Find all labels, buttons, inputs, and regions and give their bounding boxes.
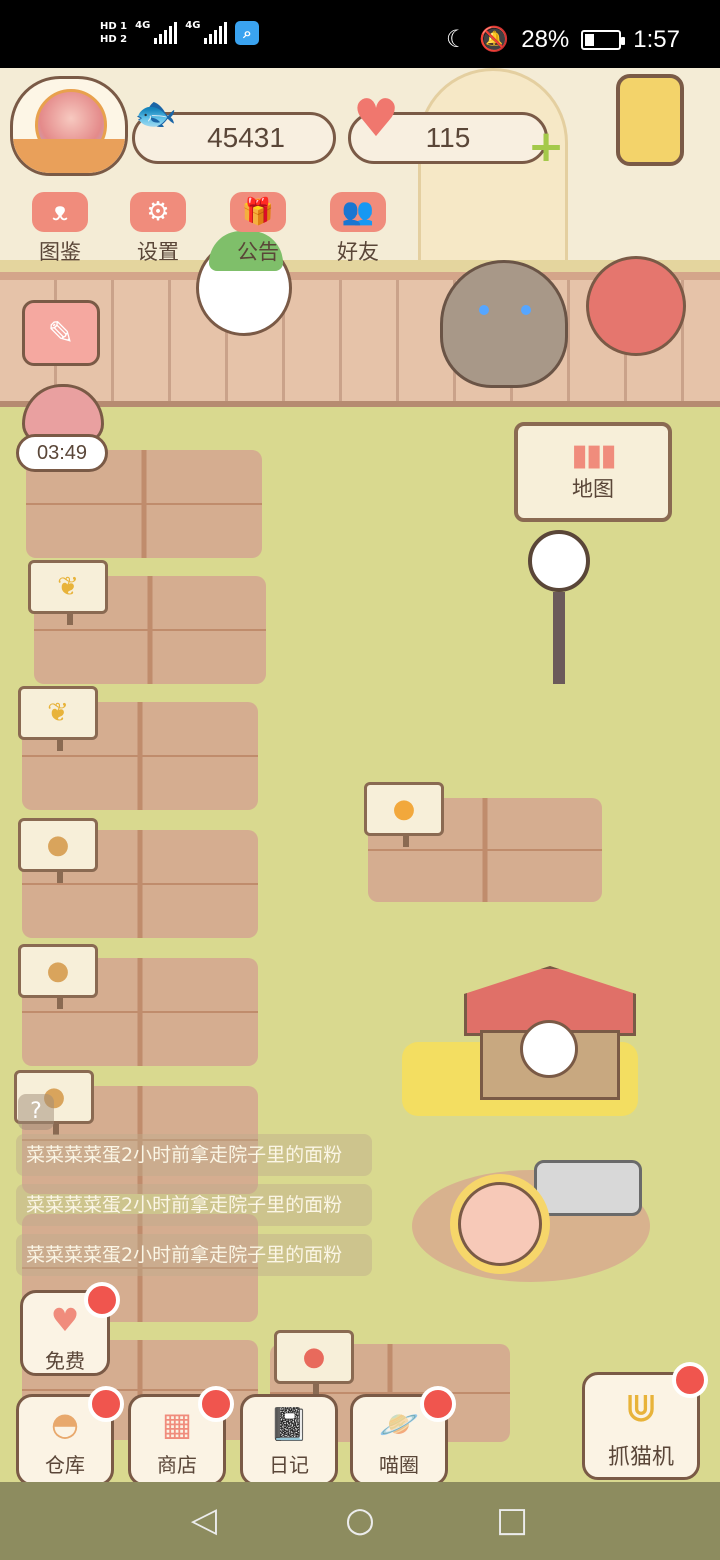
menu-label: 公告	[237, 240, 279, 264]
fish-icon: 🐟	[134, 94, 178, 134]
wheat-sign[interactable]: ❦	[18, 686, 98, 751]
street-lamp	[528, 530, 590, 692]
back-icon[interactable]: ◁	[186, 1502, 222, 1538]
friends-icon: 👥	[330, 192, 386, 232]
battery-fill	[585, 33, 595, 46]
lamp-pole	[553, 592, 565, 684]
free-label: 免费	[45, 1349, 85, 1373]
wheat-icon: ❦	[57, 572, 79, 602]
signal-1-icon	[154, 22, 178, 44]
warehouse-label: 仓库	[45, 1453, 85, 1477]
chick[interactable]	[520, 1020, 578, 1078]
sim1-label: HD 1	[100, 21, 128, 32]
shop-label: 商店	[157, 1453, 197, 1477]
recents-icon[interactable]: □	[494, 1502, 530, 1538]
potato-icon: ●	[46, 830, 70, 860]
mango-icon: ●	[392, 794, 416, 824]
bell-muted-icon: 🔕	[479, 26, 510, 53]
menu-label: 图鉴	[39, 240, 81, 264]
menu-encyclopedia[interactable]: ᴥ 图鉴	[18, 192, 102, 266]
diary-button[interactable]: 📓 日记	[240, 1394, 338, 1486]
gear-icon: ⚙	[130, 192, 186, 232]
arched-door	[418, 68, 568, 278]
tomato-sign[interactable]: ●	[274, 1330, 354, 1395]
battery-icon	[581, 29, 626, 50]
notification-dot	[84, 1282, 120, 1318]
mango-sign[interactable]: ●	[364, 782, 444, 847]
signal-2-icon	[204, 22, 228, 44]
map-label: 地图	[572, 477, 614, 501]
tomato-icon: ●	[302, 1342, 326, 1372]
menu-settings[interactable]: ⚙ 设置	[116, 192, 200, 266]
menu-friends[interactable]: 👥 好友	[316, 192, 400, 266]
home-icon[interactable]: ○	[342, 1502, 378, 1538]
notification-dot	[672, 1362, 708, 1398]
sunflower-pig[interactable]	[458, 1182, 542, 1266]
tabby-cat[interactable]	[440, 260, 568, 388]
lamp-globe	[528, 530, 590, 592]
henhouse[interactable]	[464, 966, 636, 1106]
map-button[interactable]: ▮▮▮ 地图	[514, 422, 672, 522]
potato-sign[interactable]: ●	[18, 944, 98, 1009]
message-item: 菜菜菜菜蛋2小时前拿走院子里的面粉	[16, 1184, 372, 1226]
notification-dot	[198, 1386, 234, 1422]
battery-percent: 28%	[521, 25, 570, 53]
sim-indicators: HD 1 HD 2	[100, 20, 127, 46]
cat-circle-label: 喵圈	[379, 1453, 419, 1477]
menu-label: 设置	[137, 240, 179, 264]
status-left: HD 1 HD 2 4G 4G ⌕	[100, 20, 260, 46]
message-item: 菜菜菜菜蛋2小时前拿走院子里的面粉	[16, 1134, 372, 1176]
wheat-icon: ❦	[47, 698, 69, 728]
gift-icon: 🎁	[230, 192, 286, 232]
search-app-icon: ⌕	[235, 21, 260, 45]
stone-bench	[534, 1160, 642, 1216]
cat-eye	[521, 305, 531, 315]
fish-count: 45431	[207, 122, 285, 153]
diary-label: 日记	[269, 1453, 309, 1477]
claw-label: 抓猫机	[607, 1445, 674, 1470]
system-nav-bar: ◁ ○ □	[0, 1482, 720, 1560]
status-bar: HD 1 HD 2 4G 4G ⌕ ☾ 🔕 28% 1:57	[0, 0, 720, 68]
lantern[interactable]	[616, 74, 684, 166]
menu-announcement[interactable]: 🎁 公告	[216, 192, 300, 266]
notification-dot	[88, 1386, 124, 1422]
wheat-sign[interactable]: ❦	[28, 560, 108, 625]
event-timer: 03:49	[16, 434, 108, 472]
notification-dot	[420, 1386, 456, 1422]
cat-eye	[479, 305, 489, 315]
clock: 1:57	[633, 25, 680, 53]
avatar-bowl	[13, 139, 125, 173]
gate-icon: ▮▮▮	[571, 438, 617, 473]
network-type-1: 4G	[135, 20, 151, 31]
potato-icon: ●	[46, 956, 70, 986]
moon-icon: ☾	[445, 26, 468, 53]
pencil-icon: ✎	[47, 314, 75, 352]
diary-icon: 📓	[269, 1405, 309, 1443]
player-avatar[interactable]	[10, 76, 128, 176]
menu-label: 好友	[337, 240, 379, 264]
message-item: 菜菜菜菜蛋2小时前拿走院子里的面粉	[16, 1234, 372, 1276]
sim2-label: HD 2	[100, 34, 128, 45]
cat-head-icon: ᴥ	[32, 192, 88, 232]
heart-icon: ♥	[352, 89, 400, 149]
heart-count: 115	[425, 122, 471, 153]
plus-icon[interactable]: +	[526, 125, 566, 169]
network-type-2: 4G	[185, 20, 201, 31]
parasol	[586, 256, 686, 356]
edit-note-button[interactable]: ✎	[22, 300, 100, 366]
potato-sign[interactable]: ●	[18, 818, 98, 883]
help-icon[interactable]: ?	[18, 1094, 54, 1130]
status-right: ☾ 🔕 28% 1:57	[446, 25, 680, 54]
